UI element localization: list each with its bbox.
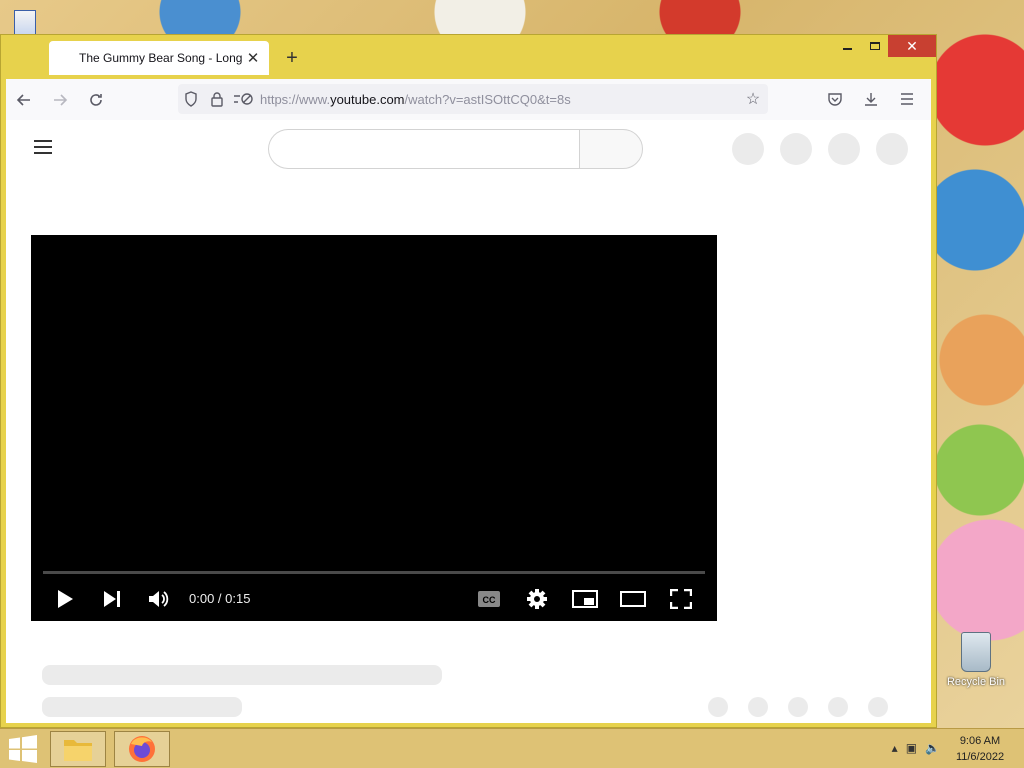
pocket-button[interactable] (817, 84, 853, 114)
url-prefix: https://www. (260, 91, 331, 107)
menu-button[interactable] (889, 84, 925, 114)
tab-active[interactable]: The Gummy Bear Song - Long Version ✕ (49, 41, 269, 75)
start-button[interactable] (8, 735, 38, 763)
windows-logo-icon (9, 735, 37, 763)
window-controls: ✕ (834, 35, 936, 57)
video-player[interactable]: 0:00 / 0:15 CC (31, 235, 717, 621)
action-placeholder (868, 697, 888, 717)
search-input[interactable] (268, 129, 580, 169)
close-icon[interactable]: ✕ (245, 49, 261, 67)
volume-icon (149, 591, 169, 607)
recycle-bin-icon (961, 632, 991, 672)
page-content: 0:00 / 0:15 CC (6, 120, 931, 723)
header-actions (732, 133, 908, 165)
search-button[interactable] (579, 129, 643, 169)
header-action-placeholder[interactable] (732, 133, 764, 165)
recycle-bin-label: Recycle Bin (946, 676, 1006, 688)
tab-title: The Gummy Bear Song - Long Version (79, 51, 245, 65)
action-placeholder (748, 697, 768, 717)
speaker-icon[interactable]: 🔈 (925, 741, 940, 755)
star-icon[interactable]: ☆ (738, 89, 768, 109)
permissions-icon[interactable] (230, 84, 256, 114)
browser-window: The Gummy Bear Song - Long Version ✕ + ✕ (0, 34, 937, 728)
computer-icon[interactable] (14, 10, 36, 36)
channel-placeholder (42, 697, 242, 717)
reload-icon (90, 93, 102, 106)
title-bar: The Gummy Bear Song - Long Version ✕ + ✕ (1, 35, 936, 79)
avatar-placeholder[interactable] (876, 133, 908, 165)
action-placeholder (708, 697, 728, 717)
taskbar-file-explorer[interactable] (50, 731, 106, 767)
gear-icon (527, 589, 547, 609)
plus-icon[interactable]: + (281, 47, 303, 70)
clock-date: 11/6/2022 (955, 751, 1005, 763)
back-button[interactable] (6, 85, 42, 115)
minimize-button[interactable] (834, 35, 861, 57)
arrow-left-icon (16, 93, 30, 106)
arrow-right-icon (54, 93, 68, 106)
recycle-bin-shortcut[interactable]: Recycle Bin (944, 632, 1008, 688)
mute-button[interactable] (141, 583, 177, 615)
header-action-placeholder[interactable] (780, 133, 812, 165)
miniplayer-button[interactable] (567, 583, 603, 615)
svg-text:CC: CC (483, 595, 496, 605)
taskbar: ▴ ▣ 🔈 9:06 AM 11/6/2022 (0, 728, 1024, 768)
play-button[interactable] (47, 583, 83, 615)
url-domain: youtube.com (330, 91, 405, 107)
downloads-button[interactable] (853, 84, 889, 114)
settings-button[interactable] (519, 583, 555, 615)
cc-icon: CC (478, 591, 500, 607)
taskbar-firefox[interactable] (114, 731, 170, 767)
forward-button[interactable] (42, 85, 78, 115)
toolbar-right (817, 84, 925, 114)
subtitles-button[interactable]: CC (471, 583, 507, 615)
progress-bar[interactable] (43, 571, 705, 574)
maximize-button[interactable] (861, 35, 888, 57)
miniplayer-icon (572, 590, 598, 608)
title-placeholder (42, 665, 442, 685)
action-placeholder (788, 697, 808, 717)
system-tray: ▴ ▣ 🔈 (892, 741, 940, 755)
system-clock[interactable]: 9:06 AM 11/6/2022 (950, 733, 1010, 765)
player-controls: 0:00 / 0:15 CC (31, 583, 717, 615)
fullscreen-icon (670, 589, 692, 609)
hamburger-menu-icon (901, 93, 913, 105)
folder-icon (64, 740, 92, 761)
header-action-placeholder[interactable] (828, 133, 860, 165)
minimize-icon (843, 48, 852, 50)
next-button[interactable] (94, 583, 130, 615)
guide-menu-icon[interactable] (34, 140, 52, 154)
theater-mode-button[interactable] (615, 583, 651, 615)
reload-button[interactable] (78, 85, 114, 115)
pocket-icon (828, 93, 842, 106)
clock-time: 9:06 AM (959, 735, 1001, 747)
play-icon (58, 590, 73, 608)
address-bar[interactable]: https://www.youtube.com/watch?v=astISOtt… (178, 84, 768, 114)
skip-next-icon (104, 591, 120, 607)
time-display: 0:00 / 0:15 (189, 591, 251, 606)
navigation-toolbar: https://www.youtube.com/watch?v=astISOtt… (6, 79, 931, 120)
url-path: /watch?v=astISOttCQ0&t=8s (404, 91, 571, 107)
close-window-button[interactable]: ✕ (888, 35, 936, 57)
theater-icon (620, 591, 646, 607)
firefox-icon (129, 736, 155, 762)
lock-icon[interactable] (204, 84, 230, 114)
download-icon (865, 93, 877, 106)
shield-icon[interactable] (178, 84, 204, 114)
url-text[interactable]: https://www.youtube.com/watch?v=astISOtt… (260, 92, 738, 107)
action-placeholders (708, 697, 888, 717)
action-placeholder (828, 697, 848, 717)
maximize-icon (869, 42, 880, 50)
network-icon[interactable]: ▣ (906, 741, 917, 755)
fullscreen-button[interactable] (663, 583, 699, 615)
chevron-up-icon[interactable]: ▴ (892, 741, 898, 755)
